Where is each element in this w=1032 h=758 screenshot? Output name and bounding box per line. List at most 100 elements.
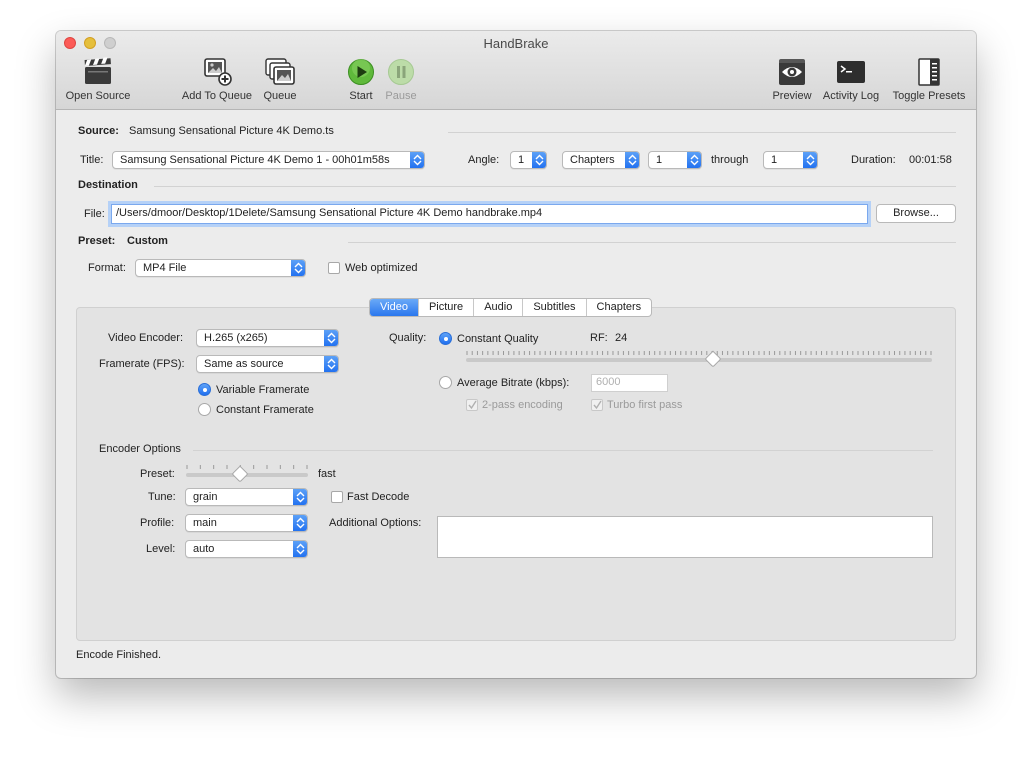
range-type-popup[interactable]: Chapters	[562, 151, 640, 169]
queue-icon	[265, 58, 295, 85]
popup-arrows-icon	[532, 152, 546, 168]
preset-value: Custom	[127, 235, 168, 247]
preset-separator	[348, 242, 956, 243]
constant-framerate-label: Constant Framerate	[216, 404, 314, 416]
video-encoder-label: Video Encoder:	[108, 332, 184, 344]
fast-decode-label: Fast Decode	[347, 491, 410, 503]
profile-popup[interactable]: main	[185, 514, 308, 532]
range-end-popup[interactable]: 1	[763, 151, 818, 169]
file-label: File:	[84, 208, 105, 220]
average-bitrate-radio[interactable]	[439, 376, 452, 389]
angle-popup[interactable]: 1	[510, 151, 547, 169]
popup-arrows-icon	[687, 152, 701, 168]
web-optimized-checkbox[interactable]	[328, 262, 340, 274]
duration-label: Duration:	[851, 154, 896, 166]
quality-slider-ticks	[466, 351, 932, 355]
popup-arrows-icon	[291, 260, 305, 276]
variable-framerate-radio[interactable]	[198, 383, 211, 396]
turbo-first-pass-label: Turbo first pass	[607, 399, 683, 411]
tab-audio[interactable]: Audio	[474, 299, 524, 316]
main-content: Source: Samsung Sensational Picture 4K D…	[56, 111, 976, 678]
duration-value: 00:01:58	[909, 154, 952, 166]
add-to-queue-icon	[204, 58, 232, 86]
pause-icon	[388, 59, 414, 85]
title-bar: HandBrake Open Source Add To Queue Queue…	[56, 31, 976, 110]
tune-label: Tune:	[148, 491, 176, 503]
constant-framerate-radio[interactable]	[198, 403, 211, 416]
through-label: through	[711, 154, 749, 166]
file-path-input[interactable]: /Users/dmoor/Desktop/1Delete/Samsung Sen…	[111, 204, 868, 224]
browse-button[interactable]: Browse...	[876, 204, 956, 223]
framerate-label: Framerate (FPS):	[99, 358, 185, 370]
activity-log-button[interactable]: Activity Log	[818, 57, 884, 102]
format-popup[interactable]: MP4 File	[135, 259, 306, 277]
destination-heading: Destination	[78, 179, 138, 191]
source-label: Source:	[78, 125, 119, 137]
additional-options-label: Additional Options:	[329, 517, 422, 529]
status-text: Encode Finished.	[76, 649, 161, 661]
web-optimized-label: Web optimized	[345, 262, 418, 274]
angle-label: Angle:	[468, 154, 500, 166]
turbo-first-pass-checkbox[interactable]	[591, 399, 603, 411]
profile-label: Profile:	[140, 517, 175, 529]
source-value: Samsung Sensational Picture 4K Demo.ts	[129, 125, 334, 137]
start-button[interactable]: Start	[344, 57, 378, 102]
add-to-queue-button[interactable]: Add To Queue	[180, 57, 254, 102]
two-pass-label: 2-pass encoding	[482, 399, 563, 411]
popup-arrows-icon	[324, 356, 338, 372]
video-encoder-popup[interactable]: H.265 (x265)	[196, 329, 339, 347]
preview-button[interactable]: Preview	[770, 57, 814, 102]
eye-icon	[779, 59, 805, 85]
framerate-popup[interactable]: Same as source	[196, 355, 339, 373]
tab-chapters[interactable]: Chapters	[587, 299, 652, 316]
title-label: Title:	[80, 154, 104, 166]
popup-arrows-icon	[625, 152, 639, 168]
encoder-preset-value: fast	[318, 468, 336, 480]
popup-arrows-icon	[293, 541, 307, 557]
checkmark-icon	[468, 400, 477, 410]
play-icon	[348, 59, 374, 85]
window-title: HandBrake	[483, 36, 549, 51]
encoder-preset-slider-ticks	[186, 465, 308, 469]
toggle-presets-button[interactable]: Toggle Presets	[888, 57, 970, 102]
popup-arrows-icon	[803, 152, 817, 168]
checkmark-icon	[593, 400, 602, 410]
constant-quality-label: Constant Quality	[457, 333, 539, 345]
quality-slider-track[interactable]	[466, 358, 932, 362]
clapperboard-icon	[84, 57, 111, 84]
rf-label: RF:	[590, 332, 608, 344]
handbrake-window: HandBrake Open Source Add To Queue Queue…	[56, 31, 976, 678]
quality-label: Quality:	[389, 332, 427, 344]
destination-separator	[154, 186, 956, 187]
constant-quality-radio[interactable]	[439, 332, 452, 345]
tab-video[interactable]: Video	[370, 299, 419, 316]
popup-arrows-icon	[410, 152, 424, 168]
fast-decode-checkbox[interactable]	[331, 491, 343, 503]
range-start-popup[interactable]: 1	[648, 151, 702, 169]
rf-value: 24	[615, 332, 628, 344]
presets-drawer-icon	[918, 58, 940, 86]
two-pass-checkbox[interactable]	[466, 399, 478, 411]
terminal-icon	[837, 61, 865, 83]
popup-arrows-icon	[293, 489, 307, 505]
bitrate-input[interactable]: 6000	[591, 374, 668, 392]
queue-button[interactable]: Queue	[260, 57, 300, 102]
average-bitrate-label: Average Bitrate (kbps):	[457, 377, 570, 389]
encoder-options-heading: Encoder Options	[99, 443, 181, 455]
pause-button[interactable]: Pause	[382, 57, 420, 102]
level-label: Level:	[146, 543, 176, 555]
encoder-preset-label: Preset:	[140, 468, 175, 480]
preset-label: Preset:	[78, 235, 116, 247]
popup-arrows-icon	[293, 515, 307, 531]
tune-popup[interactable]: grain	[185, 488, 308, 506]
encoder-options-separator	[193, 450, 933, 451]
tab-subtitles[interactable]: Subtitles	[523, 299, 587, 316]
level-popup[interactable]: auto	[185, 540, 308, 558]
source-separator	[448, 132, 956, 133]
variable-framerate-label: Variable Framerate	[216, 384, 310, 396]
format-label: Format:	[88, 262, 126, 274]
open-source-button[interactable]: Open Source	[64, 57, 132, 102]
title-popup[interactable]: Samsung Sensational Picture 4K Demo 1 - …	[112, 151, 425, 169]
additional-options-textarea[interactable]	[437, 516, 933, 558]
tab-picture[interactable]: Picture	[419, 299, 475, 316]
